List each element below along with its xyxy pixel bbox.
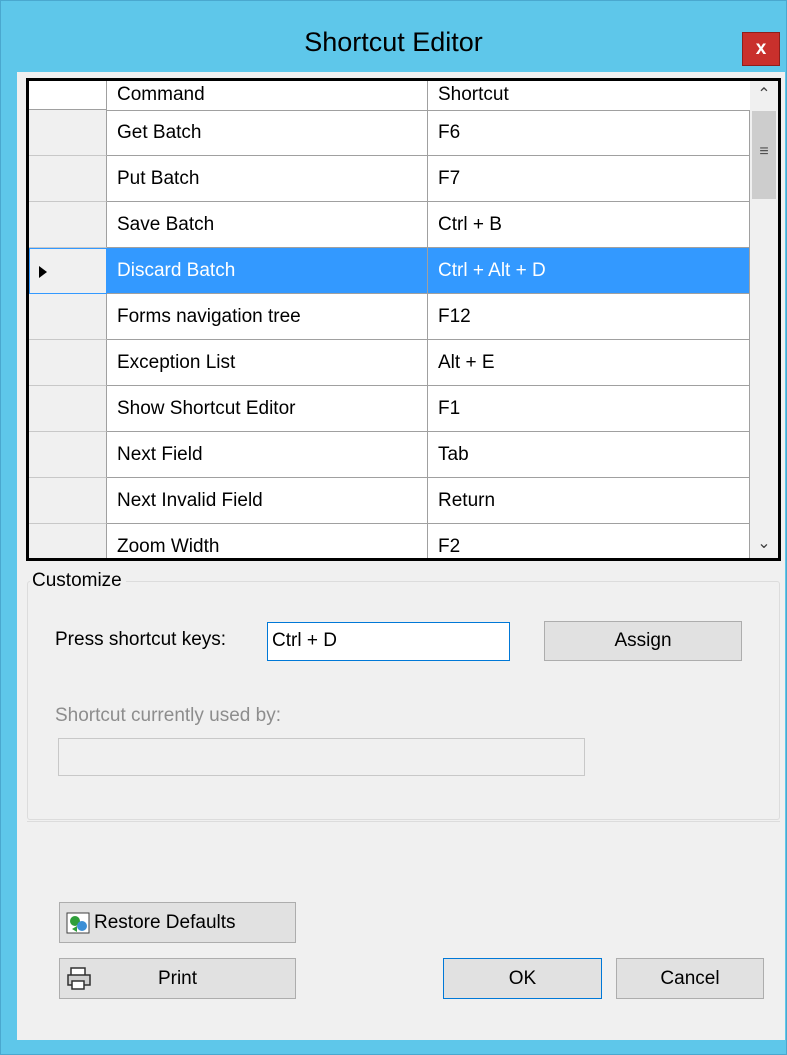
row-header[interactable] bbox=[29, 110, 107, 156]
print-label: Print bbox=[157, 968, 198, 989]
command-cell[interactable]: Save Batch bbox=[107, 202, 428, 248]
print-button[interactable]: Print bbox=[59, 958, 296, 999]
table-row[interactable]: Put Batch F7 bbox=[29, 156, 750, 202]
table-row[interactable]: Zoom Width F2 bbox=[29, 524, 750, 558]
table-row[interactable]: Next Invalid Field Return bbox=[29, 478, 750, 524]
row-header[interactable] bbox=[29, 524, 107, 558]
used-by-label: Shortcut currently used by: bbox=[55, 705, 281, 726]
row-header[interactable] bbox=[29, 432, 107, 478]
row-header[interactable] bbox=[29, 340, 107, 386]
restore-defaults-label: Restore Defaults bbox=[94, 912, 236, 933]
command-cell[interactable]: Show Shortcut Editor bbox=[107, 386, 428, 432]
table-row[interactable]: Save Batch Ctrl + B bbox=[29, 202, 750, 248]
row-header[interactable] bbox=[29, 202, 107, 248]
window-title: Shortcut Editor bbox=[304, 27, 483, 57]
table-row[interactable]: Get Batch F6 bbox=[29, 110, 750, 156]
restore-icon bbox=[66, 912, 90, 934]
title-bar[interactable]: Shortcut Editor x bbox=[1, 1, 786, 83]
press-shortcut-label: Press shortcut keys: bbox=[55, 629, 227, 650]
current-row-arrow-icon bbox=[39, 266, 47, 278]
shortcut-cell[interactable]: Ctrl + Alt + D bbox=[428, 248, 750, 294]
scroll-up-arrow-icon[interactable]: ⌃ bbox=[750, 81, 778, 109]
row-header[interactable] bbox=[29, 156, 107, 202]
grip-icon: ≡ bbox=[759, 143, 769, 160]
shortcut-cell[interactable]: F12 bbox=[428, 294, 750, 340]
grid-header: Command Shortcut bbox=[29, 81, 750, 111]
shortcut-cell[interactable]: F2 bbox=[428, 524, 750, 558]
row-header[interactable] bbox=[29, 478, 107, 524]
shortcut-cell[interactable]: Tab bbox=[428, 432, 750, 478]
table-row[interactable]: Exception List Alt + E bbox=[29, 340, 750, 386]
shortcut-cell[interactable]: F1 bbox=[428, 386, 750, 432]
command-cell[interactable]: Discard Batch bbox=[107, 248, 428, 294]
table-row[interactable]: Next Field Tab bbox=[29, 432, 750, 478]
row-header[interactable] bbox=[29, 294, 107, 340]
row-header[interactable] bbox=[29, 386, 107, 432]
restore-defaults-button[interactable]: Restore Defaults bbox=[59, 902, 296, 943]
customize-legend: Customize bbox=[30, 570, 126, 592]
shortcut-cell[interactable]: Ctrl + B bbox=[428, 202, 750, 248]
table-row[interactable]: Discard Batch Ctrl + Alt + D bbox=[29, 248, 750, 294]
command-cell[interactable]: Next Invalid Field bbox=[107, 478, 428, 524]
command-cell[interactable]: Zoom Width bbox=[107, 524, 428, 558]
shortcut-keys-input[interactable]: Ctrl + D bbox=[267, 622, 510, 661]
cancel-button[interactable]: Cancel bbox=[616, 958, 764, 999]
scroll-down-arrow-icon[interactable]: ⌄ bbox=[750, 530, 778, 558]
shortcut-grid[interactable]: Command Shortcut Get Batch F6 Put Batch F7 S… bbox=[26, 78, 781, 561]
shortcut-cell[interactable]: F7 bbox=[428, 156, 750, 202]
command-cell[interactable]: Exception List bbox=[107, 340, 428, 386]
command-cell[interactable]: Get Batch bbox=[107, 110, 428, 156]
command-cell[interactable]: Next Field bbox=[107, 432, 428, 478]
column-header-command[interactable]: Command bbox=[107, 81, 428, 110]
assign-button[interactable]: Assign bbox=[544, 621, 742, 661]
close-button[interactable]: x bbox=[742, 32, 780, 66]
row-header[interactable] bbox=[29, 248, 107, 294]
command-cell[interactable]: Forms navigation tree bbox=[107, 294, 428, 340]
shortcut-cell[interactable]: Alt + E bbox=[428, 340, 750, 386]
command-cell[interactable]: Put Batch bbox=[107, 156, 428, 202]
shortcut-cell[interactable]: Return bbox=[428, 478, 750, 524]
table-row[interactable]: Forms navigation tree F12 bbox=[29, 294, 750, 340]
vertical-scrollbar[interactable]: ⌃ ≡ ⌄ bbox=[750, 81, 778, 558]
shortcut-cell[interactable]: F6 bbox=[428, 110, 750, 156]
header-corner bbox=[29, 81, 107, 110]
printer-icon bbox=[67, 967, 91, 990]
customize-group bbox=[27, 581, 780, 820]
divider bbox=[27, 821, 780, 822]
scrollbar-thumb[interactable]: ≡ bbox=[752, 111, 776, 199]
used-by-field bbox=[58, 738, 585, 776]
ok-button[interactable]: OK bbox=[443, 958, 602, 999]
column-header-shortcut[interactable]: Shortcut bbox=[428, 81, 750, 110]
table-row[interactable]: Show Shortcut Editor F1 bbox=[29, 386, 750, 432]
